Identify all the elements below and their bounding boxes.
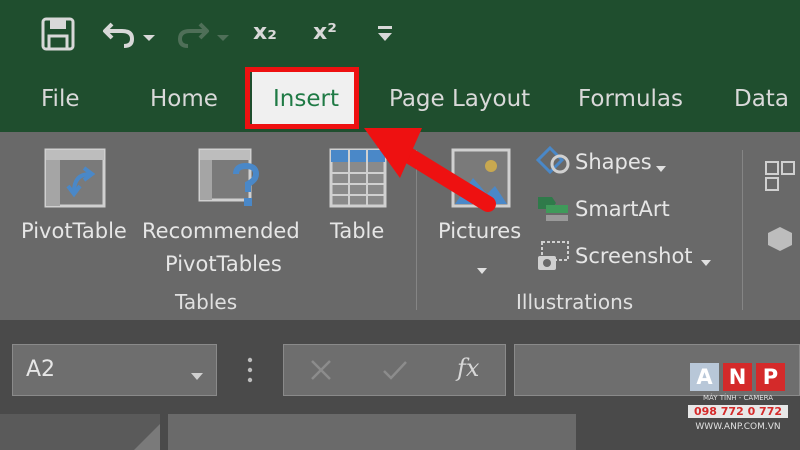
screenshot-dropdown-chevron-icon[interactable]: [700, 252, 712, 271]
illustrations-group-label: Illustrations: [516, 290, 634, 314]
addins-store-icon[interactable]: [764, 160, 796, 196]
tables-group-label: Tables: [175, 290, 238, 314]
recommended-pivottables-icon[interactable]: [198, 148, 262, 214]
shapes-button[interactable]: Shapes: [575, 146, 652, 179]
pivottable-button[interactable]: PivotTable: [21, 215, 127, 248]
logo-tagline: MÁY TÍNH - CAMERA: [702, 394, 774, 402]
red-arrow-annotation: [364, 128, 496, 212]
logo-letter-p: P: [756, 363, 785, 391]
logo-website: WWW.ANP.COM.VN: [695, 422, 781, 432]
insert-tab-highlight-box: [245, 67, 359, 129]
tab-page-layout[interactable]: Page Layout: [389, 86, 530, 112]
formula-bar-resize-handle[interactable]: [247, 356, 253, 388]
shapes-dropdown-chevron-icon[interactable]: [655, 158, 667, 177]
screenshot-icon[interactable]: [536, 240, 570, 276]
smartart-button[interactable]: SmartArt: [575, 193, 670, 226]
screenshot-button[interactable]: Screenshot: [575, 240, 693, 273]
tab-home[interactable]: Home: [150, 86, 218, 112]
superscript-button[interactable]: x²: [313, 20, 337, 45]
tab-formulas[interactable]: Formulas: [578, 86, 683, 112]
logo-letter-n: N: [723, 363, 752, 391]
pictures-dropdown-chevron-icon[interactable]: [476, 260, 488, 279]
customize-qat-icon[interactable]: [376, 24, 394, 48]
anp-watermark-logo: A N P MÁY TÍNH - CAMERA 098 772 0 772 WW…: [688, 363, 788, 439]
column-header-area: [168, 414, 576, 450]
undo-dropdown-chevron-icon[interactable]: [142, 28, 156, 47]
smartart-icon[interactable]: [536, 193, 570, 227]
recommended-pivottables-label-line2[interactable]: PivotTables: [165, 248, 282, 281]
logo-phone: 098 772 0 772: [688, 405, 788, 418]
cancel-icon[interactable]: [309, 358, 333, 386]
redo-dropdown-chevron-icon[interactable]: [216, 28, 230, 47]
shapes-icon[interactable]: [535, 145, 570, 180]
my-addins-icon[interactable]: [766, 225, 794, 257]
logo-letter-a: A: [690, 363, 719, 391]
group-separator: [742, 150, 743, 310]
tab-file[interactable]: File: [41, 86, 80, 112]
tab-data[interactable]: Data: [734, 86, 789, 112]
name-box-value[interactable]: A2: [26, 357, 55, 382]
recommended-pivottables-label-line1[interactable]: Recommended: [142, 215, 300, 248]
redo-icon[interactable]: [176, 18, 210, 54]
enter-check-icon[interactable]: [382, 358, 408, 386]
undo-icon[interactable]: [102, 18, 136, 54]
name-box-dropdown-chevron-icon[interactable]: [190, 366, 204, 385]
select-all-triangle-icon: [134, 424, 160, 450]
save-icon[interactable]: [40, 16, 76, 56]
subscript-button[interactable]: x₂: [253, 20, 277, 45]
pivottable-icon[interactable]: [44, 148, 106, 212]
insert-function-button[interactable]: fx: [457, 354, 479, 382]
